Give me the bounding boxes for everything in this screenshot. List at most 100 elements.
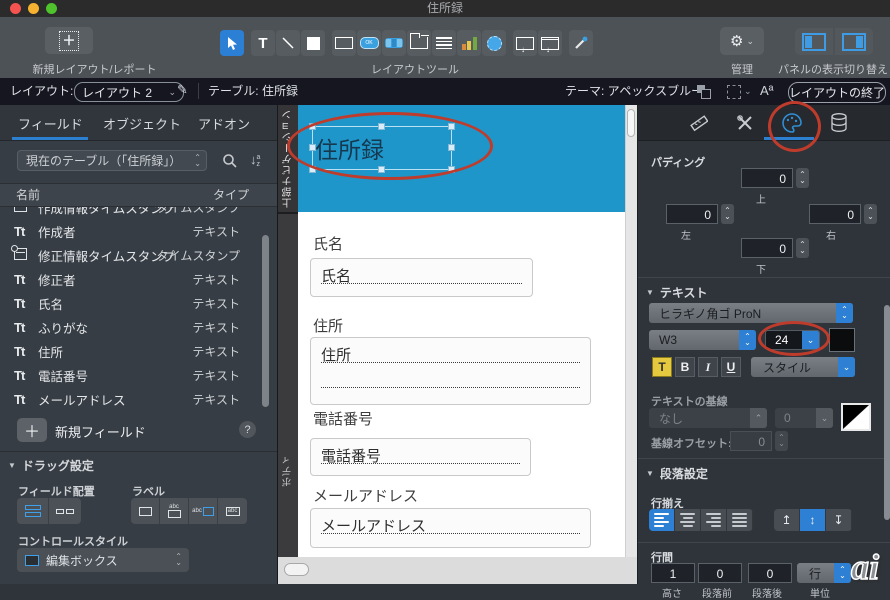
field-box[interactable]: メールアドレス <box>310 508 591 548</box>
tab-addons[interactable]: アドオン <box>198 114 250 133</box>
button-tool-button[interactable]: OK <box>357 30 381 56</box>
field-list-scrollbar[interactable] <box>262 235 269 407</box>
valign-bottom-button[interactable]: ↧ <box>826 509 852 531</box>
layout-select[interactable]: レイアウト 2 ⌄ <box>74 82 184 102</box>
valign-top-button[interactable]: ↥ <box>774 509 800 531</box>
sort-az-icon[interactable]: ↓ az <box>250 152 260 168</box>
field-label[interactable]: 住所 <box>313 315 343 336</box>
table-selector[interactable]: 現在のテーブル（「住所録」） ⌃⌄ <box>17 150 207 171</box>
control-style-select[interactable]: 編集ボックス ⌃⌄ <box>17 548 189 572</box>
left-panel-toggle-button[interactable] <box>795 28 833 55</box>
position-tab-ruler-icon[interactable] <box>688 113 708 133</box>
styles-tab-tools-icon[interactable] <box>735 113 755 133</box>
field-row[interactable]: 修正情報タイムスタンプタイムスタンプ <box>0 243 277 267</box>
label-left-button[interactable]: abc <box>189 498 218 524</box>
field-row[interactable]: Tt住所テキスト <box>0 339 277 363</box>
baseline-size-combo[interactable]: 0 ⌄ <box>775 408 833 428</box>
page-body[interactable]: 氏名氏名住所住所電話番号電話番号メールアドレスメールアドレス <box>298 212 625 557</box>
field-label[interactable]: 氏名 <box>313 233 343 254</box>
valign-middle-button[interactable]: ↕ <box>800 509 826 531</box>
field-box[interactable]: 住所 <box>310 337 591 405</box>
canvas-vscroll-thumb[interactable] <box>627 109 635 137</box>
field-row[interactable]: Ttふりがなテキスト <box>0 315 277 339</box>
canvas-hscrollbar[interactable] <box>278 557 637 584</box>
object-window-button[interactable]: ↓ <box>538 30 562 56</box>
chart-tool-button[interactable] <box>457 30 481 56</box>
data-tab-database-icon[interactable] <box>830 112 848 134</box>
field-row[interactable]: Tt電話番号テキスト <box>0 363 277 387</box>
stepper-icon[interactable]: ⌃⌄ <box>796 238 809 258</box>
inspector-scrollbar[interactable] <box>884 305 890 520</box>
align-center-button[interactable] <box>675 509 701 531</box>
stepper-icon[interactable]: ⌃⌄ <box>796 168 809 188</box>
canvas-hscroll-thumb[interactable] <box>284 563 309 576</box>
align-left-button[interactable] <box>649 509 675 531</box>
spacing-unit-select[interactable]: 行 ⌃⌄ <box>797 563 851 583</box>
tab-objects[interactable]: オブジェクト <box>103 114 181 133</box>
field-row[interactable]: Tt作成者テキスト <box>0 219 277 243</box>
font-size-icon[interactable]: Aª <box>760 83 773 98</box>
baseline-offset-input[interactable] <box>730 431 772 451</box>
add-field-button[interactable]: ＋ <box>17 418 47 442</box>
padding-left-input[interactable] <box>666 204 718 224</box>
underline-button[interactable]: U <box>721 357 741 377</box>
minimize-icon[interactable] <box>28 3 39 14</box>
drag-settings-header[interactable]: ▼ ドラッグ設定 <box>8 457 94 474</box>
theme-grid-icon[interactable] <box>697 85 711 97</box>
bold-button[interactable]: B <box>675 357 695 377</box>
field-row[interactable]: Tt氏名テキスト <box>0 291 277 315</box>
text-color-swatch[interactable] <box>829 328 855 352</box>
manage-button[interactable]: ⚙ ⌄ <box>720 27 764 55</box>
zoom-icon[interactable] <box>46 3 57 14</box>
field-row[interactable]: Ttメールアドレステキスト <box>0 387 277 411</box>
search-icon[interactable] <box>222 153 238 169</box>
portal-tool-button[interactable] <box>432 30 456 56</box>
right-panel-toggle-button[interactable] <box>835 28 873 55</box>
help-button[interactable]: ? <box>239 421 256 438</box>
text-tool-button[interactable]: T <box>251 30 275 56</box>
line-height-input[interactable] <box>651 563 695 583</box>
format-painter-button[interactable] <box>569 30 593 56</box>
stepper-icon[interactable]: ⌃⌄ <box>775 431 788 451</box>
field-tool-button[interactable] <box>332 30 356 56</box>
field-row[interactable]: Tt修正者テキスト <box>0 267 277 291</box>
part-body[interactable]: ボディ <box>278 214 298 557</box>
padding-bottom-input[interactable] <box>741 238 793 258</box>
button-bar-tool-button[interactable] <box>382 30 406 56</box>
tab-control-tool-button[interactable] <box>407 30 431 56</box>
text-section-header[interactable]: ▼ テキスト <box>646 284 708 301</box>
tab-fields[interactable]: フィールド <box>18 114 83 133</box>
pencil-icon[interactable]: ✎ <box>177 82 188 98</box>
field-label[interactable]: メールアドレス <box>313 485 418 506</box>
align-right-button[interactable] <box>701 509 727 531</box>
label-above-button[interactable]: abc <box>160 498 189 524</box>
close-icon[interactable] <box>10 3 21 14</box>
field-box[interactable]: 電話番号 <box>310 438 531 476</box>
padding-right-input[interactable] <box>809 204 861 224</box>
font-weight-select[interactable]: W3 ⌃⌄ <box>649 330 756 350</box>
baseline-color-swatch[interactable] <box>841 403 871 431</box>
stepper-icon[interactable]: ⌃⌄ <box>864 204 877 224</box>
pointer-tool-button[interactable] <box>220 30 244 56</box>
stepper-icon[interactable]: ⌃⌄ <box>721 204 734 224</box>
field-label[interactable]: 電話番号 <box>313 408 373 429</box>
new-layout-button[interactable]: ＋ <box>45 27 93 54</box>
dotted-selection-icon[interactable] <box>727 85 741 99</box>
padding-top-input[interactable] <box>741 168 793 188</box>
web-viewer-tool-button[interactable] <box>482 30 506 56</box>
style-select[interactable]: スタイル ⌄ <box>751 357 855 377</box>
baseline-select[interactable]: なし ⌃ <box>649 408 767 428</box>
space-before-input[interactable] <box>698 563 742 583</box>
paragraph-section-header[interactable]: ▼ 段落設定 <box>646 465 708 482</box>
label-none-button[interactable] <box>131 498 160 524</box>
line-tool-button[interactable] <box>276 30 300 56</box>
exit-layout-button[interactable]: レイアウトの終了 <box>788 82 886 103</box>
canvas-vscrollbar[interactable] <box>625 105 637 557</box>
arrange-horizontal-button[interactable] <box>49 498 81 524</box>
label-inside-button[interactable]: abc <box>218 498 247 524</box>
italic-button[interactable]: I <box>698 357 718 377</box>
field-box[interactable]: 氏名 <box>310 258 533 297</box>
font-family-select[interactable]: ヒラギノ角ゴ ProN ⌃⌄ <box>649 303 853 323</box>
space-after-input[interactable] <box>748 563 792 583</box>
arrange-vertical-button[interactable] <box>17 498 49 524</box>
